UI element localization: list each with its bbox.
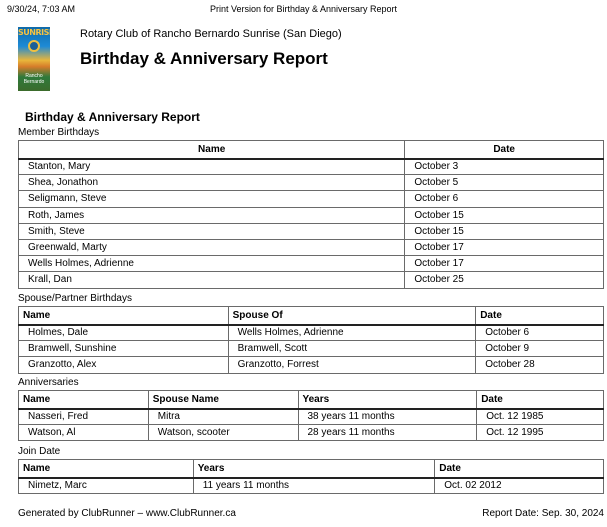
print-title: Print Version for Birthday & Anniversary…: [209, 4, 398, 14]
table-header-row: Name Spouse Name Years Date: [18, 390, 604, 410]
birthday-date: October 3: [404, 157, 604, 176]
table-row: Greenwald, Marty October 17: [17, 238, 604, 257]
birthday-date: October 5: [404, 174, 604, 192]
club-name: Rotary Club of Rancho Bernardo Sunrise (…: [80, 28, 342, 40]
column-header-date: Date: [404, 140, 604, 160]
print-header: 9/30/24, 7:03 AM Print Version for Birth…: [7, 4, 600, 18]
column-header-name: Name: [18, 306, 229, 326]
table-row: Krall, Dan October 25: [17, 271, 604, 289]
spouse-of: Granzotto, Forrest: [227, 356, 477, 374]
years: 38 years 11 months: [297, 407, 478, 426]
column-header-date: Date: [475, 306, 604, 326]
column-header-years: Years: [192, 459, 436, 479]
birthday-date: October 6: [404, 190, 604, 208]
column-header-name: Name: [18, 459, 194, 479]
table-row: Smith, Steve October 15: [17, 222, 604, 240]
member-name: Krall, Dan: [17, 271, 406, 289]
column-header-years: Years: [297, 390, 478, 410]
spouse-birthdays-table: Name Spouse Of Date Holmes, Dale Wells Ho…: [18, 306, 604, 374]
table-row: Holmes, Dale Wells Holmes, Adrienne Octobe…: [18, 323, 604, 342]
table-row: Shea, Jonathon October 5: [17, 174, 604, 192]
member-name: Seligmann, Steve: [17, 190, 406, 208]
spouse-name: Mitra: [147, 407, 299, 426]
join-date: Oct. 02 2012: [434, 476, 604, 495]
spouse-name: Watson, scooter: [147, 424, 299, 442]
table-row: Watson, Al Watson, scooter 28 years 11 mon…: [18, 424, 604, 442]
generated-by: Generated by ClubRunner – www.ClubRunner…: [18, 508, 236, 519]
birthday-date: October 6: [475, 323, 604, 342]
table-row: Bramwell, Sunshine Bramwell, Scott October…: [18, 340, 604, 358]
club-logo: SUNRISE Rancho Bernardo: [18, 27, 50, 91]
birthday-date: October 15: [404, 222, 604, 240]
member-name: Greenwald, Marty: [17, 238, 406, 257]
report-title: Birthday & Anniversary Report: [80, 49, 328, 68]
join-date-label: Join Date: [18, 446, 61, 457]
logo-top-text: SUNRISE: [18, 28, 50, 37]
member-birthdays-label: Member Birthdays: [18, 127, 100, 138]
anniversary-date: Oct. 12 1985: [476, 407, 604, 426]
anniversary-date: Oct. 12 1995: [476, 424, 604, 442]
spouse-name: Holmes, Dale: [18, 323, 229, 342]
birthday-date: October 17: [404, 238, 604, 257]
table-row: Seligmann, Steve October 6: [17, 190, 604, 208]
anniversaries-label: Anniversaries: [18, 377, 79, 388]
column-header-name: Name: [17, 140, 406, 160]
birthday-date: October 9: [475, 340, 604, 358]
member-name: Watson, Al: [18, 424, 149, 442]
table-row: Stanton, Mary October 3: [17, 157, 604, 176]
table-row: Granzotto, Alex Granzotto, Forrest October…: [18, 356, 604, 374]
spouse-of: Wells Holmes, Adrienne: [227, 323, 477, 342]
member-name: Roth, James: [17, 206, 406, 224]
anniversaries-table: Name Spouse Name Years Date Nasseri, Fre…: [18, 390, 604, 442]
spouse-name: Bramwell, Sunshine: [18, 340, 229, 358]
logo-bottom-text: Rancho Bernardo: [23, 73, 45, 85]
birthday-date: October 17: [404, 255, 604, 273]
member-name: Smith, Steve: [17, 222, 406, 240]
table-row: Nimetz, Marc 11 years 11 months Oct. 02 20…: [18, 476, 604, 495]
column-header-name: Name: [18, 390, 149, 410]
spouse-of: Bramwell, Scott: [227, 340, 477, 358]
table-header-row: Name Years Date: [18, 459, 604, 479]
member-name: Stanton, Mary: [17, 157, 406, 176]
table-row: Roth, James October 15: [17, 206, 604, 224]
years: 28 years 11 months: [297, 424, 478, 442]
member-name: Shea, Jonathon: [17, 174, 406, 192]
rotary-wheel-icon: [28, 40, 40, 52]
birthday-date: October 25: [404, 271, 604, 289]
member-name: Nimetz, Marc: [18, 476, 194, 495]
years: 11 years 11 months: [192, 476, 436, 495]
table-row: Wells Holmes, Adrienne October 17: [17, 255, 604, 273]
column-header-spouse-of: Spouse Of: [227, 306, 477, 326]
column-header-date: Date: [476, 390, 604, 410]
column-header-spouse-name: Spouse Name: [147, 390, 299, 410]
spouse-birthdays-label: Spouse/Partner Birthdays: [18, 293, 132, 304]
member-name: Nasseri, Fred: [18, 407, 149, 426]
report-heading: Birthday & Anniversary Report: [25, 110, 200, 124]
member-birthdays-table: Name Date Stanton, Mary October 3 Shea, J…: [17, 140, 604, 289]
birthday-date: October 15: [404, 206, 604, 224]
report-date: Report Date: Sep. 30, 2024: [482, 508, 604, 519]
birthday-date: October 28: [475, 356, 604, 374]
table-header-row: Name Date: [17, 140, 604, 160]
spouse-name: Granzotto, Alex: [18, 356, 229, 374]
table-row: Nasseri, Fred Mitra 38 years 11 months Oct.…: [18, 407, 604, 426]
table-header-row: Name Spouse Of Date: [18, 306, 604, 326]
column-header-date: Date: [434, 459, 604, 479]
member-name: Wells Holmes, Adrienne: [17, 255, 406, 273]
join-date-table: Name Years Date Nimetz, Marc 11 years 11 …: [18, 459, 604, 495]
